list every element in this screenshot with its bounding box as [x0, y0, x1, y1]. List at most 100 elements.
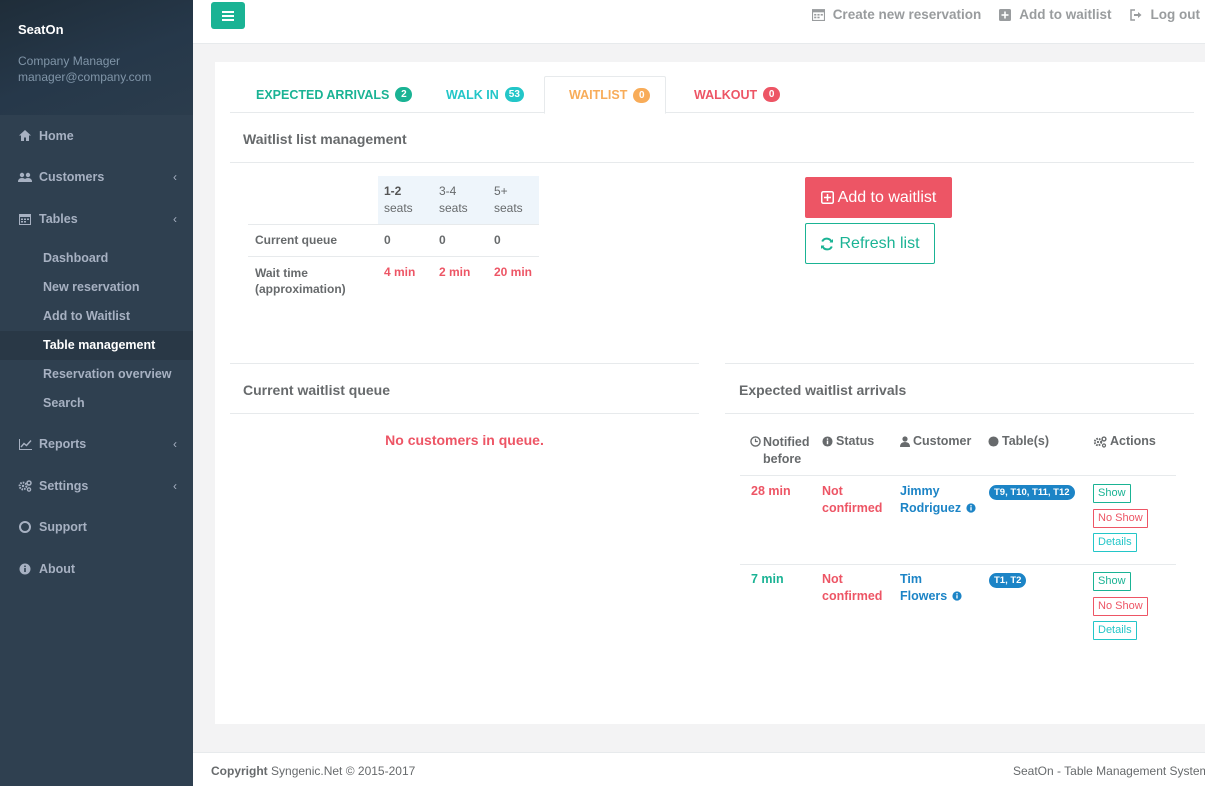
- nav-support-label: Support: [39, 520, 87, 535]
- info-icon[interactable]: [966, 503, 976, 513]
- nav-support[interactable]: Support: [0, 507, 193, 549]
- nav-home[interactable]: Home: [0, 115, 193, 157]
- management-title: Waitlist list management: [243, 131, 407, 147]
- status-line: confirmed: [822, 500, 883, 515]
- nav-settings[interactable]: Settings ‹: [0, 465, 193, 507]
- circle-icon: [988, 436, 999, 447]
- clock-icon: [750, 436, 761, 447]
- nav-tables-label: Tables: [39, 211, 78, 226]
- sub-table-management[interactable]: Table management: [0, 330, 193, 360]
- status-value: Not confirmed: [822, 483, 882, 516]
- header-text: Table(s): [1002, 434, 1049, 448]
- create-reservation-link[interactable]: Create new reservation: [811, 7, 981, 22]
- col-header-5-plus: 5+ seats: [488, 176, 539, 225]
- divider: [230, 363, 699, 364]
- divider: [725, 363, 1194, 364]
- queue-title: Current waitlist queue: [243, 382, 391, 398]
- gears-icon: [18, 480, 32, 492]
- col-header-1-2: 1-2 seats: [378, 176, 433, 225]
- col-label: seats: [439, 200, 468, 215]
- nav-about[interactable]: About: [0, 548, 193, 590]
- wait-label: Wait time (approximation): [248, 256, 378, 304]
- tables-badge: T1, T2: [989, 573, 1027, 588]
- nav-customers-label: Customers: [39, 170, 105, 185]
- chevron-left-icon: ‹: [173, 437, 177, 452]
- customer-link[interactable]: Jimmy Rodriguez: [900, 483, 976, 516]
- tab-waitlist[interactable]: WAITLIST 0: [544, 76, 666, 114]
- col-status: Status: [822, 434, 874, 448]
- tab-label: WALK IN: [446, 87, 499, 102]
- sub-new-reservation[interactable]: New reservation: [0, 273, 193, 302]
- customer-name: Jimmy: [900, 484, 940, 498]
- brand-name: SeatOn: [18, 22, 64, 37]
- details-button[interactable]: Details: [1093, 621, 1137, 640]
- wait-value: 4 min: [384, 264, 416, 279]
- wait-label-line: Wait time: [255, 265, 308, 280]
- divider: [725, 413, 1194, 414]
- gears-icon: [1093, 436, 1107, 448]
- header-text: Notified: [763, 435, 810, 449]
- nav-reports[interactable]: Reports ‹: [0, 424, 193, 466]
- col-notified: Notified before: [750, 434, 810, 468]
- chevron-left-icon: ‹: [173, 170, 177, 185]
- divider: [740, 475, 1176, 476]
- customer-name: Flowers: [900, 588, 948, 603]
- logout-label: Log out: [1150, 7, 1200, 22]
- chevron-left-icon: ‹: [173, 478, 177, 493]
- profile-header: SeatOn Company Manager manager@company.c…: [0, 0, 193, 115]
- user-email: manager@company.com: [18, 70, 152, 84]
- show-button[interactable]: Show: [1093, 484, 1131, 503]
- tab-label: WAITLIST: [569, 88, 628, 102]
- wait-value: 20 min: [494, 264, 533, 279]
- tab-expected-arrivals[interactable]: EXPECTED ARRIVALS 2: [256, 76, 413, 113]
- status-value: Not confirmed: [822, 571, 882, 604]
- line-chart-icon: [18, 438, 32, 450]
- users-icon: [18, 171, 32, 183]
- sub-add-waitlist[interactable]: Add to Waitlist: [0, 302, 193, 331]
- sub-dashboard[interactable]: Dashboard: [0, 244, 193, 273]
- tables-badge: T9, T10, T11, T12: [989, 485, 1075, 500]
- sub-search[interactable]: Search: [0, 389, 193, 418]
- nav-tables[interactable]: Tables ‹: [0, 198, 193, 240]
- col-label: 1-2: [384, 184, 402, 198]
- plus-square-icon: [999, 8, 1012, 21]
- divider: [230, 162, 1194, 163]
- life-ring-icon: [18, 521, 32, 534]
- refresh-list-button[interactable]: Refresh list: [805, 223, 935, 264]
- nav-settings-label: Settings: [39, 478, 89, 493]
- add-waitlist-link[interactable]: Add to waitlist: [999, 7, 1112, 22]
- sub-reservation-overview[interactable]: Reservation overview: [0, 360, 193, 389]
- footer: Copyright Syngenic.Net © 2015-2017 SeatO…: [193, 752, 1205, 786]
- queue-value: 0: [378, 224, 433, 257]
- menu-toggle-button[interactable]: [211, 2, 245, 29]
- status-line: Not: [822, 484, 843, 498]
- info-icon: [18, 563, 32, 575]
- divider: [230, 413, 699, 414]
- top-navbar: Create new reservation Add to waitlist L…: [193, 0, 1205, 44]
- customer-link[interactable]: Tim Flowers: [900, 571, 962, 604]
- header-text: before: [763, 452, 802, 466]
- logout-link[interactable]: Log out: [1129, 7, 1200, 22]
- show-button[interactable]: Show: [1093, 572, 1131, 591]
- status-line: Not: [822, 572, 843, 586]
- tab-walk-in[interactable]: WALK IN 53: [446, 76, 524, 113]
- no-show-button[interactable]: No Show: [1093, 509, 1148, 528]
- nav-customers[interactable]: Customers ‹: [0, 157, 193, 199]
- no-show-button[interactable]: No Show: [1093, 597, 1148, 616]
- add-to-waitlist-label: Add to waitlist: [837, 188, 937, 206]
- home-icon: [18, 130, 32, 142]
- queue-value: 0: [433, 224, 488, 257]
- footer-copyright: Copyright Syngenic.Net © 2015-2017: [211, 764, 415, 778]
- add-to-waitlist-button[interactable]: Add to waitlist: [805, 177, 952, 218]
- top-links: Create new reservation Add to waitlist L…: [811, 7, 1200, 22]
- nav-reports-label: Reports: [39, 437, 87, 452]
- footer-app-name: SeatOn - Table Management System: [1013, 764, 1205, 778]
- count-badge: 0: [763, 87, 781, 102]
- details-button[interactable]: Details: [1093, 533, 1137, 552]
- count-badge: 53: [504, 87, 524, 102]
- count-badge: 0: [633, 87, 651, 103]
- tab-walkout[interactable]: WALKOUT 0: [694, 76, 781, 113]
- info-icon[interactable]: [952, 591, 962, 601]
- seats-header-row: 1-2 seats 3-4 seats 5+ seats: [248, 176, 539, 225]
- col-label: seats: [494, 200, 523, 215]
